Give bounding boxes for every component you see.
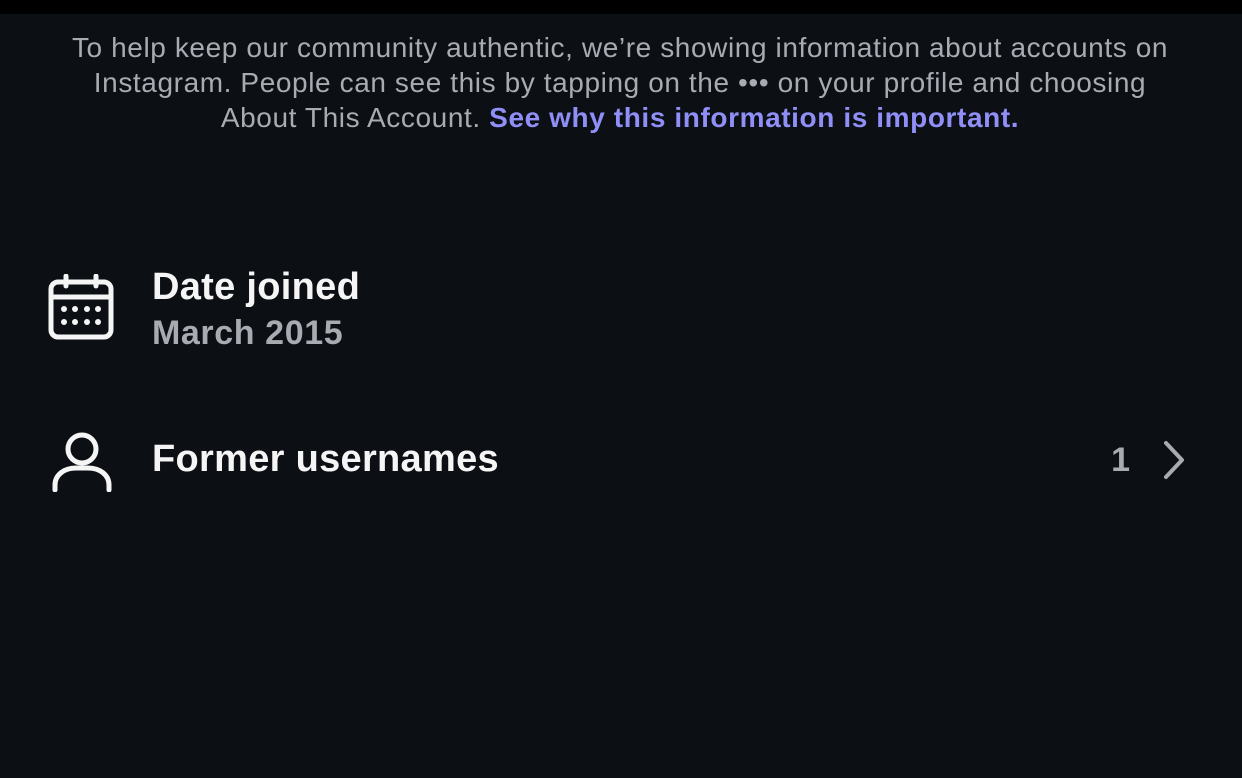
former-usernames-row[interactable]: Former usernames 1 — [0, 420, 1242, 500]
info-description: To help keep our community authentic, we… — [70, 30, 1170, 135]
calendar-icon — [48, 274, 114, 340]
date-joined-row: Date joined March 2015 — [0, 262, 1242, 362]
date-joined-value: March 2015 — [152, 314, 344, 352]
person-icon — [52, 432, 112, 492]
top-bar — [0, 0, 1242, 14]
date-joined-label: Date joined — [152, 266, 361, 308]
former-usernames-count: 1 — [1111, 441, 1130, 479]
former-usernames-label: Former usernames — [152, 438, 499, 480]
learn-more-link[interactable]: See why this information is important. — [489, 102, 1019, 133]
chevron-right-icon[interactable] — [1160, 440, 1190, 480]
